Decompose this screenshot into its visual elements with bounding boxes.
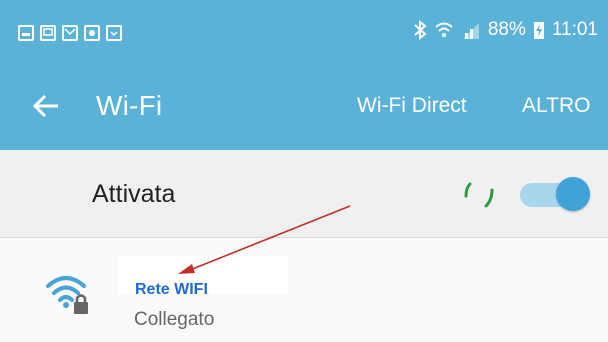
mail-icon [62, 25, 78, 41]
page-title: Wi-Fi [96, 90, 163, 121]
spinner-icon [464, 182, 494, 208]
battery-charging-icon [533, 22, 544, 39]
bluetooth-icon [414, 20, 427, 40]
status-indicators: 88% 11:01 [413, 16, 598, 44]
app-toolbar: Wi-Fi Wi-Fi Direct ALTRO [0, 62, 608, 150]
clock: 11:01 [551, 19, 598, 40]
network-name: Rete WIFI [135, 281, 208, 298]
screen-icon [40, 25, 56, 41]
wifi-signal-icon [435, 22, 453, 37]
notification-icons [18, 25, 122, 41]
wifi-lock-icon [46, 276, 88, 314]
switch-thumb [556, 177, 590, 211]
more-button[interactable]: ALTRO [522, 90, 590, 122]
status-bar: 88% 11:01 [0, 0, 608, 62]
wifi-toggle-row[interactable]: Attivata [0, 150, 608, 238]
wifi-direct-button[interactable]: Wi-Fi Direct [357, 90, 467, 122]
wifi-switch[interactable] [520, 177, 592, 211]
download-icon [106, 25, 122, 41]
back-arrow-icon[interactable] [28, 88, 64, 124]
cell-signal-icon [462, 23, 479, 39]
app-icon [84, 25, 100, 41]
battery-percent: 88% [487, 19, 526, 40]
gallery-icon [18, 25, 34, 41]
network-list-item[interactable]: Rete WIFI Collegato [0, 238, 608, 342]
network-status: Collegato [134, 309, 215, 330]
wifi-state-label: Attivata [92, 180, 176, 208]
